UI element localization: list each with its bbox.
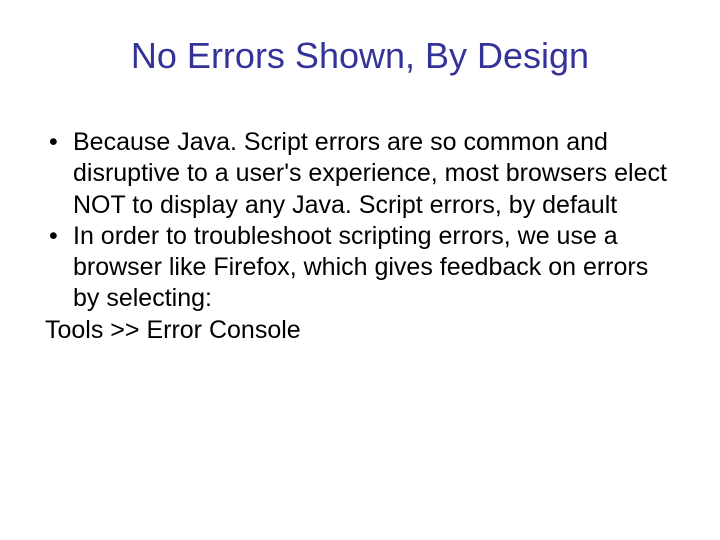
bullet-item: Because Java. Script errors are so commo… [45,127,675,221]
bullet-list: Because Java. Script errors are so commo… [45,127,675,315]
final-line: Tools >> Error Console [45,315,675,346]
slide-title: No Errors Shown, By Design [45,35,675,77]
bullet-item: In order to troubleshoot scripting error… [45,221,675,315]
